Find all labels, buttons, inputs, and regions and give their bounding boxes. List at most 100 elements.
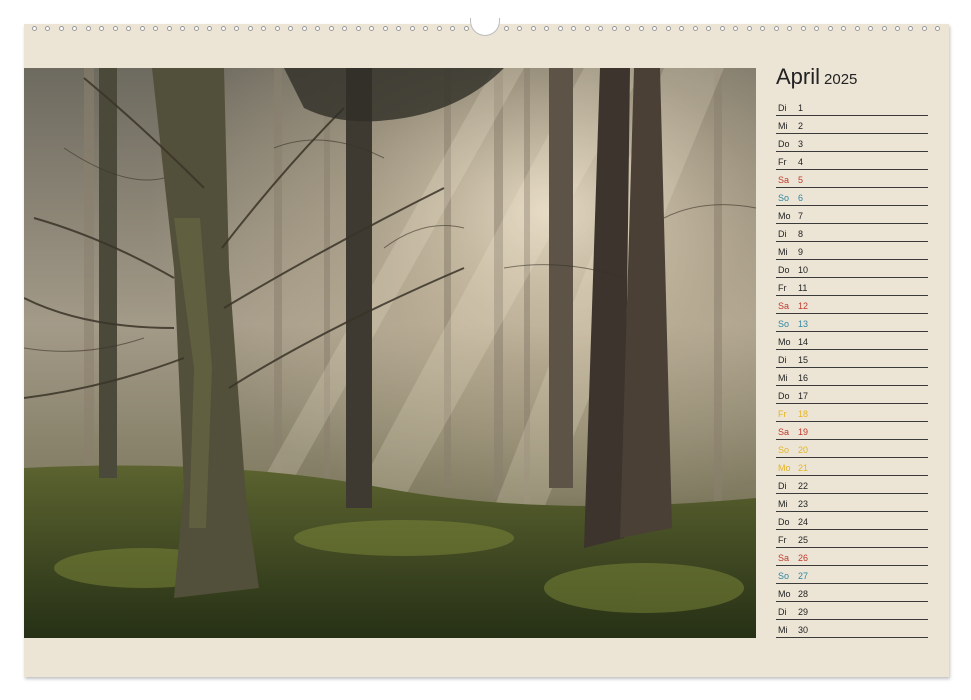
day-number: 25 <box>798 535 809 545</box>
day-row: Mo 7 <box>776 206 928 224</box>
binding-ring <box>32 25 37 31</box>
day-number: 27 <box>798 571 809 581</box>
day-row: Di 15 <box>776 350 928 368</box>
binding-ring <box>315 25 321 31</box>
day-number: 4 <box>798 157 804 167</box>
day-row: Do 3 <box>776 134 928 152</box>
binding-ring <box>665 25 671 31</box>
day-row: Mo 14 <box>776 332 928 350</box>
binding-ring <box>193 25 199 31</box>
day-number: 19 <box>798 427 809 437</box>
binding-ring <box>503 25 509 31</box>
binding-ring <box>139 25 145 31</box>
binding-ring <box>247 25 253 31</box>
binding-ring <box>652 25 658 31</box>
binding-ring <box>180 25 186 31</box>
day-row: Mi 16 <box>776 368 928 386</box>
binding-ring <box>557 25 563 31</box>
binding-ring <box>544 25 550 31</box>
weekday-label: Sa <box>778 427 790 437</box>
weekday-label: Di <box>778 229 787 239</box>
binding-ring <box>827 25 833 31</box>
weekday-label: Di <box>778 607 787 617</box>
binding-ring <box>598 25 604 31</box>
binding-ring <box>800 25 806 31</box>
binding-ring <box>301 25 307 31</box>
weekday-label: So <box>778 193 790 203</box>
day-number: 14 <box>798 337 809 347</box>
weekday-label: Sa <box>778 301 790 311</box>
day-number: 8 <box>798 229 804 239</box>
day-row: Di 22 <box>776 476 928 494</box>
binding-ring <box>760 25 766 31</box>
binding-ring <box>261 25 267 31</box>
day-number: 6 <box>798 193 804 203</box>
day-number: 17 <box>798 391 809 401</box>
day-number: 7 <box>798 211 804 221</box>
day-number: 11 <box>798 283 808 293</box>
weekday-label: Sa <box>778 175 790 185</box>
binding-ring <box>72 25 78 31</box>
weekday-label: Di <box>778 103 787 113</box>
day-number: 15 <box>798 355 809 365</box>
day-number: 30 <box>798 625 809 635</box>
day-number: 22 <box>798 481 809 491</box>
day-number: 2 <box>798 121 804 131</box>
day-number: 20 <box>798 445 809 455</box>
binding-ring <box>369 25 375 31</box>
binding-ring <box>463 25 469 31</box>
binding-ring <box>450 25 456 31</box>
binding-ring <box>908 25 914 31</box>
binding-ring <box>679 25 685 31</box>
day-row: Mi 30 <box>776 620 928 638</box>
day-number: 9 <box>798 247 804 257</box>
binding-ring <box>382 25 388 31</box>
weekday-label: Do <box>778 139 790 149</box>
binding-ring <box>881 25 887 31</box>
day-number: 29 <box>798 607 809 617</box>
day-number: 12 <box>798 301 809 311</box>
day-row: Do 24 <box>776 512 928 530</box>
day-row: Di 8 <box>776 224 928 242</box>
day-row: Fr 25 <box>776 530 928 548</box>
binding-ring <box>719 25 725 31</box>
day-row: Sa 12 <box>776 296 928 314</box>
binding-ring <box>85 25 91 31</box>
binding-ring <box>571 25 577 31</box>
day-row: Fr 18 <box>776 404 928 422</box>
day-row: Sa 26 <box>776 548 928 566</box>
day-number: 28 <box>798 589 809 599</box>
weekday-label: Mi <box>778 625 788 635</box>
binding-ring <box>166 25 172 31</box>
weekday-label: Fr <box>778 535 787 545</box>
binding-ring <box>584 25 590 31</box>
binding-ring <box>746 25 752 31</box>
binding-ring <box>841 25 847 31</box>
binding-ring <box>409 25 415 31</box>
binding-ring <box>733 25 739 31</box>
binding-ring <box>692 25 698 31</box>
day-number: 13 <box>798 319 809 329</box>
day-row: So 6 <box>776 188 928 206</box>
binding-ring <box>112 25 118 31</box>
weekday-label: So <box>778 319 790 329</box>
day-number: 18 <box>798 409 809 419</box>
binding-ring <box>787 25 793 31</box>
binding-ring <box>342 25 348 31</box>
binding-ring <box>868 25 874 31</box>
binding-ring <box>921 25 927 31</box>
weekday-label: Mo <box>778 463 791 473</box>
binding-ring <box>611 25 617 31</box>
month-name: April <box>776 64 821 89</box>
day-row: Do 10 <box>776 260 928 278</box>
day-row: Sa 19 <box>776 422 928 440</box>
weekday-label: Sa <box>778 553 790 563</box>
day-number: 26 <box>798 553 809 563</box>
weekday-label: Mo <box>778 211 791 221</box>
binding-ring <box>58 25 64 31</box>
binding-ring <box>706 25 712 31</box>
year-label: 2025 <box>824 71 858 88</box>
day-number: 24 <box>798 517 809 527</box>
day-row: Mo 28 <box>776 584 928 602</box>
weekday-label: Mi <box>778 247 788 257</box>
